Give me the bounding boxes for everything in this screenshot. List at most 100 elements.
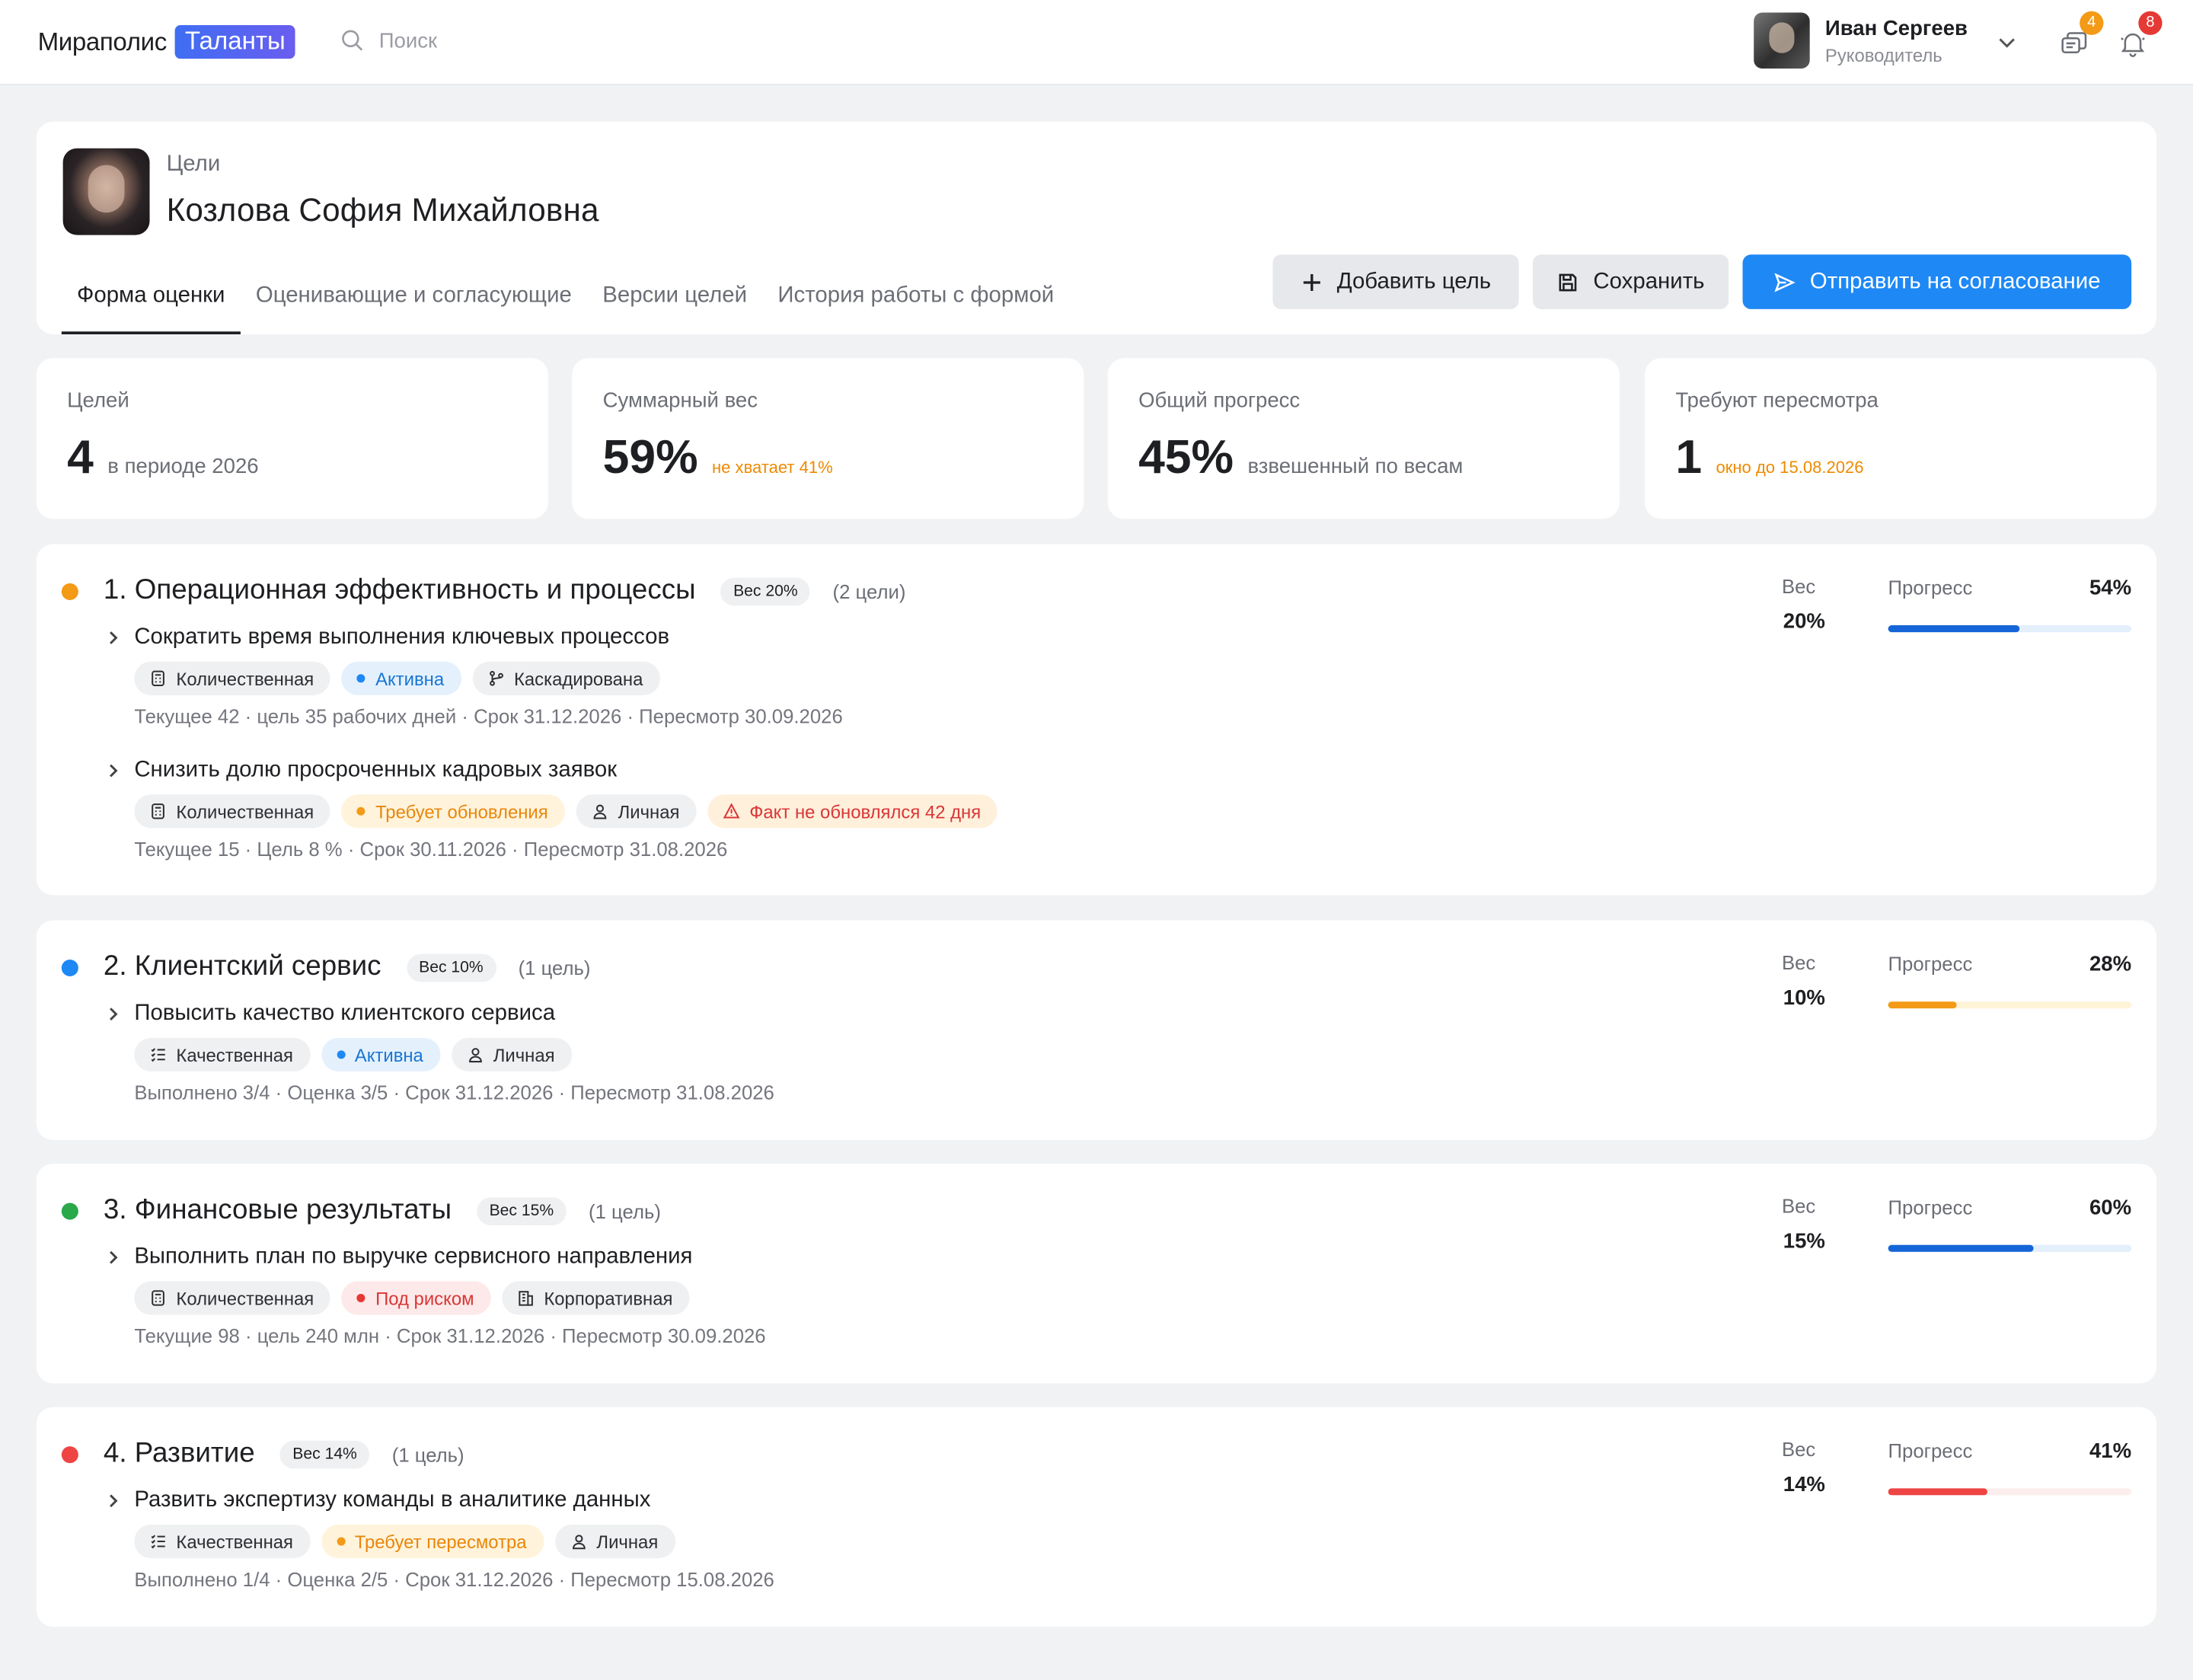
chevron-right-icon[interactable] bbox=[104, 628, 123, 648]
chip-label: Количественная bbox=[176, 800, 314, 822]
progress-bar-fill bbox=[1888, 625, 2020, 633]
progress-bar-fill bbox=[1888, 1001, 1957, 1009]
group-color-dot bbox=[61, 583, 78, 600]
tab-assessors-approvers[interactable]: Оценивающие и согласующие bbox=[241, 273, 587, 334]
goal-chip: Активна bbox=[321, 1037, 440, 1072]
employee-name: Козлова София Михайловна bbox=[166, 191, 599, 228]
group-color-dot bbox=[61, 959, 78, 977]
group-title: 4. Развитие bbox=[103, 1438, 255, 1469]
goal-group-1: 1. Операционная эффективность и процессы… bbox=[36, 544, 2157, 896]
chip-label: Личная bbox=[618, 800, 680, 822]
group-progress-value: 60% bbox=[2089, 1196, 2132, 1220]
calculator-icon bbox=[150, 803, 167, 819]
goal-group-3: 3. Финансовые результаты Вес 15% (1 цель… bbox=[36, 1164, 2157, 1384]
chip-label: Качественная bbox=[176, 1044, 293, 1065]
goal-row[interactable]: Сократить время выполнения ключевых проц… bbox=[104, 625, 843, 650]
goal-chip: Требует пересмотра bbox=[321, 1525, 544, 1559]
search-placeholder: Поиск bbox=[378, 28, 438, 53]
stat-label: Общий прогресс bbox=[1138, 388, 1301, 413]
status-dot bbox=[336, 1537, 345, 1546]
progress-label: Прогресс bbox=[1888, 1439, 1973, 1462]
progress-bar-fill bbox=[1888, 1244, 2035, 1252]
goal-row[interactable]: Повысить качество клиентского сервиса bbox=[104, 1001, 774, 1027]
goal-chip: Качественная bbox=[134, 1525, 311, 1559]
goal-item: Развить экспертизу команды в аналитике д… bbox=[104, 1488, 774, 1590]
group-weight-value: 20% bbox=[1783, 609, 1825, 634]
goal-chip: Качественная bbox=[134, 1037, 311, 1072]
stat-sub: в периоде 2026 bbox=[107, 454, 259, 479]
brand-logo[interactable]: Мираполис Таланты bbox=[38, 25, 295, 59]
chip-label: Качественная bbox=[176, 1531, 293, 1552]
save-button[interactable]: Сохранить bbox=[1533, 254, 1729, 309]
tab-form-history[interactable]: История работы с формой bbox=[762, 273, 1069, 334]
status-dot bbox=[336, 1050, 345, 1059]
group-progress-bar bbox=[1888, 625, 2132, 633]
goal-chip: Количественная bbox=[134, 661, 331, 695]
user-menu[interactable]: Иван Сергеев Руководитель bbox=[1754, 12, 1968, 69]
goal-item: Повысить качество клиентского сервиса Ка… bbox=[104, 1001, 774, 1103]
goal-row[interactable]: Снизить долю просроченных кадровых заяво… bbox=[104, 758, 998, 783]
goal-chip: Личная bbox=[554, 1525, 675, 1559]
chevron-down-icon[interactable] bbox=[1996, 30, 2018, 53]
app-root: Мираполис Таланты Поиск Иван Сергеев Рук… bbox=[0, 0, 2193, 1680]
branch-icon bbox=[487, 670, 504, 687]
goal-chip: Требует обновления bbox=[341, 794, 565, 829]
stat-value: 4 bbox=[67, 430, 94, 484]
chevron-right-icon[interactable] bbox=[104, 761, 123, 781]
person-icon bbox=[592, 803, 608, 819]
send-for-approval-button[interactable]: Отправить на согласование bbox=[1742, 254, 2132, 309]
group-goal-count: (1 цель) bbox=[518, 956, 591, 979]
profile-card: Цели Козлова София Михайловна Форма оцен… bbox=[36, 121, 2157, 334]
chevron-right-icon[interactable] bbox=[104, 1491, 123, 1511]
goal-chip: Количественная bbox=[134, 1281, 331, 1315]
user-name: Иван Сергеев bbox=[1824, 16, 1968, 40]
status-dot bbox=[357, 1293, 366, 1302]
tab-goal-versions[interactable]: Версии целей bbox=[587, 273, 762, 334]
group-weight-badge: Вес 10% bbox=[406, 953, 496, 982]
stat-warning: не хватает 41% bbox=[711, 457, 833, 477]
stat-card-goals: Целей 4 в периоде 2026 bbox=[36, 358, 548, 519]
goal-title: Выполнить план по выручке сервисного нап… bbox=[134, 1244, 693, 1269]
brand-name: Мираполис bbox=[37, 27, 168, 56]
goal-item: Сократить время выполнения ключевых проц… bbox=[104, 625, 843, 727]
weight-label: Вес bbox=[1781, 1438, 1816, 1461]
goal-row[interactable]: Развить экспертизу команды в аналитике д… bbox=[104, 1488, 774, 1513]
chip-label: Каскадирована bbox=[513, 668, 643, 689]
save-label: Сохранить bbox=[1593, 269, 1705, 293]
stat-label: Целей bbox=[67, 388, 129, 413]
group-color-dot bbox=[61, 1203, 78, 1220]
group-weight-badge: Вес 15% bbox=[477, 1196, 567, 1225]
goal-meta: Текущие 98 · цель 240 млн · Срок 31.12.2… bbox=[134, 1324, 766, 1347]
employee-avatar bbox=[62, 148, 150, 235]
goal-meta: Выполнено 1/4 · Оценка 2/5 · Срок 31.12.… bbox=[134, 1567, 774, 1591]
chevron-right-icon[interactable] bbox=[104, 1004, 123, 1024]
group-progress-bar bbox=[1888, 1001, 2132, 1009]
group-weight-badge: Вес 14% bbox=[279, 1439, 370, 1468]
goal-meta: Текущее 42 · цель 35 рабочих дней · Срок… bbox=[134, 704, 843, 728]
goal-row[interactable]: Выполнить план по выручке сервисного нап… bbox=[104, 1245, 766, 1270]
goal-chip: Количественная bbox=[134, 794, 331, 829]
group-progress-bar bbox=[1888, 1488, 2132, 1496]
page-caption: Цели bbox=[166, 152, 221, 177]
group-progress-value: 28% bbox=[2089, 952, 2132, 977]
goal-chips: Количественная Под риском Корпоративная bbox=[134, 1281, 765, 1315]
goal-title: Снизить долю просроченных кадровых заяво… bbox=[134, 758, 618, 782]
group-weight-value: 15% bbox=[1783, 1229, 1825, 1254]
goal-chip: Корпоративная bbox=[502, 1281, 690, 1315]
brand-product-pill: Таланты bbox=[174, 25, 295, 59]
messages-badge: 4 bbox=[2080, 11, 2104, 35]
add-goal-button[interactable]: Добавить цель bbox=[1272, 254, 1519, 309]
group-progress-bar bbox=[1888, 1244, 2132, 1252]
search-box[interactable]: Поиск bbox=[340, 28, 437, 53]
calculator-icon bbox=[150, 670, 167, 687]
chevron-right-icon[interactable] bbox=[104, 1247, 123, 1267]
top-bar: Мираполис Таланты Поиск Иван Сергеев Рук… bbox=[0, 0, 2193, 86]
person-icon bbox=[570, 1533, 587, 1550]
stat-card-overall-progress: Общий прогресс 45% взвешенный по весам bbox=[1107, 358, 1620, 519]
tab-assessment-form[interactable]: Форма оценки bbox=[61, 273, 241, 334]
goal-title: Повысить качество клиентского сервиса bbox=[134, 1001, 556, 1026]
stat-value: 45% bbox=[1138, 430, 1234, 484]
search-icon bbox=[342, 30, 363, 51]
stat-warning: окно до 15.08.2026 bbox=[1716, 457, 1864, 477]
goal-meta: Выполнено 3/4 · Оценка 3/5 · Срок 31.12.… bbox=[134, 1081, 774, 1104]
